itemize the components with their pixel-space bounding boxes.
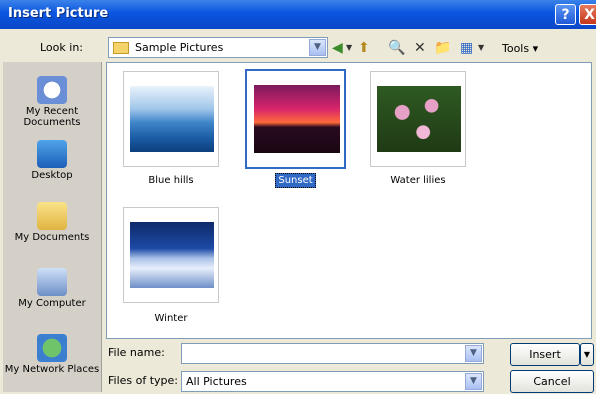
thumbnail-winter[interactable] <box>123 207 219 303</box>
help-button[interactable]: ? <box>555 4 576 25</box>
file-list[interactable]: Blue hills Sunset Water lilies Winter <box>106 62 592 339</box>
sunset-image <box>254 85 340 153</box>
blue-hills-image <box>130 86 214 152</box>
my-documents-icon <box>37 202 67 230</box>
place-my-recent-documents[interactable]: My Recent Documents <box>3 76 101 128</box>
my-network-places-icon <box>37 334 67 362</box>
filename-label[interactable]: Winter <box>123 313 219 324</box>
lookin-dropdown[interactable]: Sample Pictures ▼ <box>108 37 328 58</box>
filename-label-selected[interactable]: Sunset <box>245 173 346 188</box>
filename-input[interactable]: ▼ <box>181 343 484 364</box>
filetype-dropdown-arrow[interactable]: ▼ <box>465 373 482 390</box>
place-my-computer[interactable]: My Computer <box>3 268 101 309</box>
place-my-network-places[interactable]: My Network Places <box>3 334 101 375</box>
insert-picture-dialog: Insert Picture ? X Look in: Sample Pictu… <box>0 0 596 394</box>
my-computer-icon <box>37 268 67 296</box>
back-dropdown-arrow[interactable]: ▼ <box>346 38 352 58</box>
cancel-button[interactable]: Cancel <box>510 370 594 393</box>
winter-image <box>130 222 214 288</box>
places-bar: My Recent Documents Desktop My Documents… <box>3 62 102 392</box>
new-folder-icon[interactable]: 📁 <box>434 38 451 58</box>
filetype-field-label: Files of type: <box>108 374 179 387</box>
back-icon[interactable]: ◀ <box>332 38 343 58</box>
thumbnail-blue-hills[interactable] <box>123 71 219 167</box>
filename-dropdown-arrow[interactable]: ▼ <box>465 345 482 362</box>
views-icon[interactable]: ▦ <box>460 38 473 58</box>
lookin-value: Sample Pictures <box>135 41 224 54</box>
filetype-value: All Pictures <box>186 375 247 388</box>
place-label: Desktop <box>31 170 73 181</box>
folder-icon <box>113 42 129 54</box>
place-my-documents[interactable]: My Documents <box>3 202 101 243</box>
place-label: My Recent Documents <box>23 106 81 128</box>
thumbnail-water-lilies[interactable] <box>370 71 466 167</box>
lookin-label: Look in: <box>40 41 83 54</box>
delete-icon[interactable]: ✕ <box>414 38 426 58</box>
up-folder-icon[interactable]: ⬆ <box>358 38 370 58</box>
search-web-icon[interactable]: 🔍 <box>388 38 405 58</box>
place-label: My Network Places <box>4 364 100 375</box>
recent-documents-icon <box>37 76 67 104</box>
insert-button[interactable]: Insert <box>510 343 580 366</box>
filename-label[interactable]: Water lilies <box>370 175 466 186</box>
filetype-dropdown[interactable]: All Pictures ▼ <box>181 371 484 392</box>
place-label: My Documents <box>14 232 90 243</box>
lookin-dropdown-arrow[interactable]: ▼ <box>309 39 326 56</box>
tools-menu[interactable]: Tools ▾ <box>502 42 538 55</box>
place-label: My Computer <box>18 298 86 309</box>
thumbnail-sunset[interactable] <box>245 69 346 169</box>
desktop-icon <box>37 140 67 168</box>
insert-dropdown-arrow[interactable]: ▼ <box>580 343 594 366</box>
window-title: Insert Picture <box>8 6 109 21</box>
filename-field-label: File name: <box>108 346 165 359</box>
water-lilies-image <box>377 86 461 152</box>
place-desktop[interactable]: Desktop <box>3 140 101 181</box>
title-bar[interactable]: Insert Picture ? X <box>0 0 596 29</box>
filename-label[interactable]: Blue hills <box>123 175 219 186</box>
views-dropdown-arrow[interactable]: ▼ <box>478 38 484 58</box>
close-button[interactable]: X <box>579 4 596 25</box>
